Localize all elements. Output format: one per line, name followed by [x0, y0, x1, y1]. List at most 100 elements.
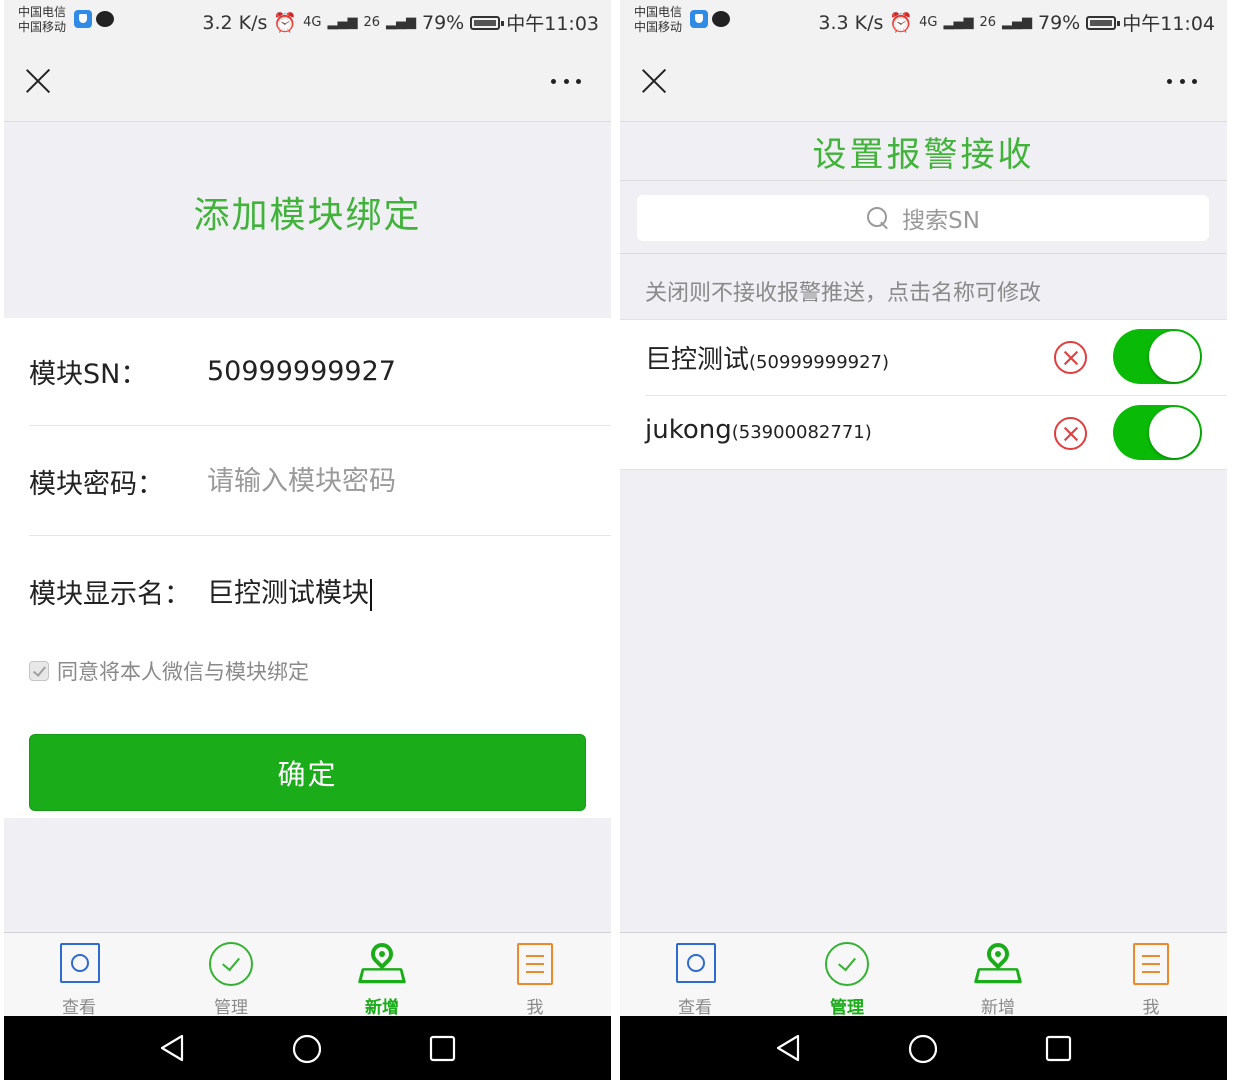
tab-view[interactable]: 查看 [39, 941, 119, 1018]
tab-bar: 查看 管理 新增 我 [4, 932, 611, 1018]
clock-time: 中午11:04 [1122, 13, 1215, 35]
page-title: 添加模块绑定 [193, 194, 422, 236]
search-icon [866, 206, 890, 230]
chat-bubble-icon [712, 11, 730, 27]
clock-time: 中午11:03 [506, 13, 599, 35]
page-title: 设置报警接收 [812, 135, 1035, 175]
sn-value: 50999999927 [207, 356, 396, 387]
password-label: 模块密码： [29, 469, 164, 500]
display-name-row: 模块显示名： 巨控测试模块 [29, 537, 611, 645]
tab-add-label: 新增 [365, 998, 399, 1018]
search-placeholder: 搜索SN [902, 208, 980, 234]
agree-checkbox[interactable] [29, 661, 49, 681]
carrier-info: 中国电信 中国移动 [634, 5, 682, 35]
signal-26: 26 [363, 15, 380, 30]
tab-me-label: 我 [1142, 998, 1160, 1018]
module-name-text: jukong [645, 415, 732, 445]
system-nav-bar [620, 1016, 1227, 1080]
module-name[interactable]: 巨控测试(50999999927) [645, 339, 889, 376]
notification-icons [74, 10, 114, 28]
status-bar: 中国电信 中国移动 3.3 K/s ⏰ 4G ▂▄▆ 26 ▂▄▆ 79% 中午… [620, 0, 1227, 44]
password-input[interactable] [207, 466, 587, 497]
chat-bubble-icon [96, 11, 114, 27]
manage-icon [825, 942, 869, 986]
signal-icon: ▂▄▆ [327, 15, 358, 30]
recent-apps-icon[interactable] [1045, 1035, 1072, 1062]
delete-icon[interactable] [1054, 341, 1087, 374]
tab-add-label: 新增 [981, 998, 1015, 1018]
toggle-knob [1149, 331, 1200, 382]
module-sn: (53900082771) [731, 422, 872, 443]
carrier-2: 中国移动 [634, 20, 683, 34]
tab-add[interactable]: 新增 [958, 938, 1038, 1018]
module-name[interactable]: jukong(53900082771) [645, 415, 872, 445]
search-bar: 搜索SN [620, 182, 1227, 254]
empty-area [4, 818, 611, 932]
view-icon [676, 943, 716, 983]
tab-me-label: 我 [526, 998, 544, 1018]
signal-icon: ▂▄▆ [943, 15, 974, 30]
tab-me[interactable]: 我 [1111, 941, 1191, 1018]
display-name-input[interactable]: 巨控测试模块 [207, 571, 372, 611]
alarm-toggle[interactable] [1113, 329, 1202, 384]
alarm-toggle[interactable] [1113, 405, 1202, 460]
sn-label: 模块SN： [29, 359, 148, 390]
tab-me[interactable]: 我 [495, 941, 575, 1018]
search-input[interactable]: 搜索SN [637, 195, 1209, 241]
nav-bar [4, 44, 611, 122]
carrier-info: 中国电信 中国移动 [18, 5, 66, 35]
tab-view[interactable]: 查看 [655, 941, 735, 1018]
signal-icon-2: ▂▄▆ [386, 15, 416, 30]
carrier-1: 中国电信 [18, 5, 67, 19]
page-header: 添加模块绑定 [4, 123, 611, 318]
close-icon[interactable] [640, 66, 668, 94]
battery-icon [470, 15, 505, 30]
alarm-clock-icon: ⏰ [889, 12, 914, 34]
delete-icon[interactable] [1054, 417, 1087, 450]
sn-row: 模块SN： 50999999927 [29, 318, 611, 426]
notification-icons [690, 10, 730, 28]
recent-apps-icon[interactable] [429, 1035, 456, 1062]
list-item: 巨控测试(50999999927) [620, 320, 1227, 396]
profile-icon [1133, 943, 1169, 985]
battery-icon [1086, 15, 1121, 30]
alarm-clock-icon: ⏰ [273, 12, 298, 34]
home-icon[interactable] [908, 1034, 938, 1064]
carrier-2: 中国移动 [18, 20, 67, 34]
agree-label: 同意将本人微信与模块绑定 [57, 660, 309, 684]
display-name-label: 模块显示名： [29, 578, 191, 610]
signal-4g: 4G [303, 15, 322, 30]
text-caret [370, 578, 372, 611]
status-right: 3.3 K/s ⏰ 4G ▂▄▆ 26 ▂▄▆ 79% 中午11:04 [818, 9, 1215, 36]
tab-bar: 查看 管理 新增 我 [620, 932, 1227, 1018]
display-name-value: 巨控测试模块 [207, 578, 369, 610]
list-item: jukong(53900082771) [620, 396, 1227, 471]
page-header: 设置报警接收 [620, 123, 1227, 181]
back-icon[interactable] [775, 1034, 801, 1062]
tab-manage[interactable]: 管理 [191, 941, 271, 1018]
back-icon[interactable] [159, 1034, 185, 1062]
add-location-icon [357, 938, 407, 985]
profile-icon [517, 943, 553, 985]
toggle-knob [1149, 407, 1200, 458]
close-icon[interactable] [24, 66, 52, 94]
network-speed: 3.2 K/s [202, 11, 268, 34]
tab-manage-label: 管理 [830, 998, 864, 1018]
carrier-1: 中国电信 [634, 5, 683, 19]
home-icon[interactable] [292, 1034, 322, 1064]
tab-view-label: 查看 [678, 998, 712, 1018]
signal-4g: 4G [919, 15, 938, 30]
signal-26: 26 [979, 15, 996, 30]
module-name-text: 巨控测试 [645, 345, 750, 375]
manage-icon [209, 942, 253, 986]
battery-percent: 79% [1038, 11, 1081, 34]
tab-manage[interactable]: 管理 [807, 941, 887, 1018]
tab-add[interactable]: 新增 [342, 938, 422, 1018]
more-icon[interactable] [1167, 79, 1197, 85]
add-binding-screen: 中国电信 中国移动 3.2 K/s ⏰ 4G ▂▄▆ 26 ▂▄▆ 79% 中午… [4, 0, 611, 1080]
shield-app-icon [690, 10, 708, 28]
password-row: 模块密码： [29, 428, 611, 536]
more-icon[interactable] [551, 79, 581, 85]
nav-bar [620, 44, 1227, 122]
confirm-button[interactable]: 确定 [29, 734, 586, 811]
